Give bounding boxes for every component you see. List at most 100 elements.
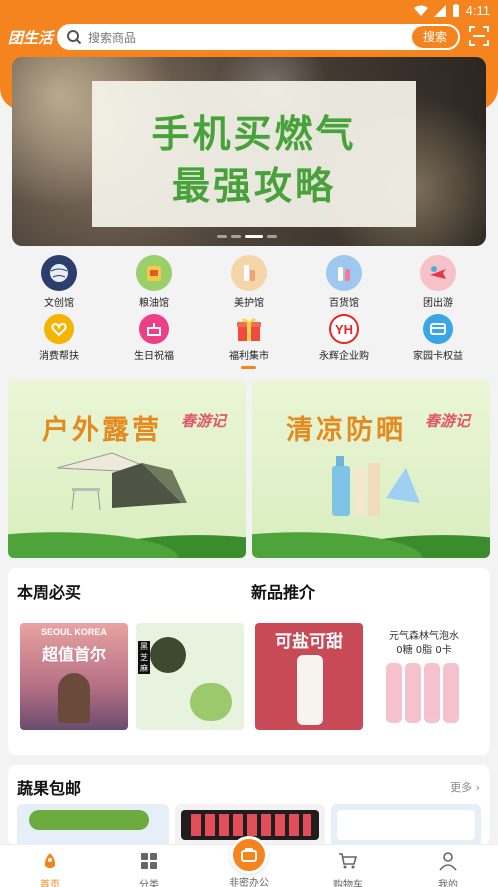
category-item[interactable]: 团出游: [398, 255, 478, 309]
search-input[interactable]: 搜索商品: [88, 29, 136, 46]
category-label: 文创馆: [44, 298, 74, 309]
category-label: 福利集市: [229, 351, 269, 362]
product-image: [150, 637, 186, 673]
product-title: 可盐可甜: [275, 632, 343, 652]
chevron-right-icon: ›: [472, 781, 480, 794]
banner-title-line1: 手机买燃气: [151, 112, 357, 156]
category-item[interactable]: 家园卡权益: [398, 311, 478, 362]
scan-icon[interactable]: [468, 25, 490, 47]
new-products-title: 新品推介: [251, 583, 316, 602]
fruit-tile[interactable]: [331, 804, 481, 845]
category-label: 消费帮扶: [39, 351, 79, 362]
product-tag-en: SEOUL KOREA: [41, 627, 107, 637]
banner-pagination: [217, 235, 277, 238]
promo-title: 清凉防晒: [286, 415, 406, 446]
category-label: 生日祝福: [134, 351, 174, 362]
travel-icon: [420, 255, 456, 291]
home-icon: [44, 853, 56, 868]
tab-label: 我的: [438, 880, 458, 887]
bottles-icon: [326, 255, 362, 291]
product-image: [386, 663, 459, 723]
category-label: 美护馆: [234, 298, 264, 309]
fruit-tile[interactable]: [17, 804, 169, 845]
product-image: [337, 810, 475, 840]
product-image: [297, 655, 323, 725]
battery-icon: [452, 4, 459, 17]
cart-icon: [339, 853, 358, 869]
more-label: 更多: [450, 781, 473, 794]
tab-profile[interactable]: 我的: [408, 845, 488, 887]
tab-category[interactable]: 分类: [109, 845, 189, 887]
sunscreen-products-illustration: [332, 456, 420, 516]
profile-icon: [439, 852, 457, 871]
grocery-icon: [136, 255, 172, 291]
status-bar: 4:11: [0, 0, 498, 22]
banner-dot: [217, 235, 227, 238]
product-title: 超值首尔: [41, 645, 106, 664]
product-card[interactable]: 元气森林气泡水 0糖 0脂 0卡: [370, 623, 478, 730]
product-card[interactable]: 黑芝麻: [136, 623, 244, 730]
yh-logo-icon: YH: [329, 314, 359, 344]
heart-hands-icon: [44, 314, 74, 344]
product-title: 元气森林气泡水: [389, 631, 459, 642]
product-card[interactable]: SEOUL KOREA 超值首尔: [20, 623, 128, 730]
product-subtitle: 0糖 0脂 0卡: [396, 645, 452, 656]
tab-label: 非密办公: [229, 878, 269, 887]
category-label: 百货馆: [329, 298, 359, 309]
card-icon: [423, 314, 453, 344]
tent-illustration: [56, 452, 187, 511]
fruit-title: 蔬果包邮: [17, 779, 82, 798]
category-label: 家园卡权益: [413, 351, 463, 362]
briefcase-icon: [241, 848, 257, 862]
tab-label: 购物车: [333, 880, 363, 887]
app-logo: 团生活: [8, 29, 54, 47]
tab-label: 首页: [40, 880, 60, 887]
promo-brand: 春游记: [424, 412, 470, 430]
fruit-panel: 蔬果包邮 更多 ›: [8, 765, 490, 845]
search-bar[interactable]: 搜索商品 搜索: [57, 24, 460, 50]
banner-card: 手机买燃气 最强攻略: [92, 81, 416, 227]
promo-grass-decoration: [252, 518, 490, 558]
tab-home[interactable]: 首页: [10, 845, 90, 887]
promo-banner[interactable]: 手机买燃气 最强攻略: [12, 57, 486, 246]
cosmetics-icon: [231, 255, 267, 291]
promo-card-camping[interactable]: 户外露营 春游记: [8, 380, 246, 558]
product-card[interactable]: 可盐可甜: [255, 623, 363, 730]
banner-dot-active: [245, 235, 263, 238]
category-item[interactable]: YH 永辉企业购: [304, 311, 384, 362]
category-item[interactable]: 文创馆: [19, 255, 99, 309]
banner-title-line2: 最强攻略: [171, 164, 336, 208]
product-image: [29, 810, 149, 830]
category-item[interactable]: 粮油馆: [114, 255, 194, 309]
product-tag: 黑芝麻: [138, 641, 150, 674]
tab-office-button[interactable]: [230, 836, 268, 874]
category-item[interactable]: 生日祝福: [114, 311, 194, 362]
category-item[interactable]: 福利集市: [209, 311, 289, 362]
category-icon: [141, 853, 157, 869]
product-image: [190, 683, 232, 721]
banner-dot: [231, 235, 241, 238]
category-item[interactable]: 美护馆: [209, 255, 289, 309]
product-image: [58, 673, 90, 723]
wifi-icon: [413, 5, 428, 16]
weekly-picks-panel: 本周必买 新品推介 SEOUL KOREA 超值首尔 黑芝麻 可盐可甜 元气森林…: [8, 568, 490, 755]
banner-dot: [267, 235, 277, 238]
category-item[interactable]: 消费帮扶: [19, 311, 99, 362]
category-label: 团出游: [423, 298, 453, 309]
tab-label: 分类: [139, 880, 159, 887]
gift-icon: [234, 314, 264, 344]
search-icon: [67, 30, 82, 45]
promo-brand: 春游记: [180, 412, 226, 430]
globe-icon: [41, 255, 77, 291]
cake-icon: [139, 314, 169, 344]
category-item[interactable]: 百货馆: [304, 255, 384, 309]
weekly-title: 本周必买: [17, 583, 82, 602]
signal-icon: [433, 4, 446, 17]
category-grid: 文创馆 粮油馆 美护馆 百货馆 团出游 消费帮扶 生日祝福 福利集市 YH 永辉…: [0, 253, 498, 371]
more-link[interactable]: 更多 ›: [450, 779, 480, 795]
promo-grass-decoration: [8, 518, 246, 558]
tab-cart[interactable]: 购物车: [308, 845, 388, 887]
promo-card-sunscreen[interactable]: 清凉防晒 春游记: [252, 380, 490, 558]
category-label: 永辉企业购: [319, 351, 369, 362]
search-button[interactable]: 搜索: [412, 26, 458, 48]
